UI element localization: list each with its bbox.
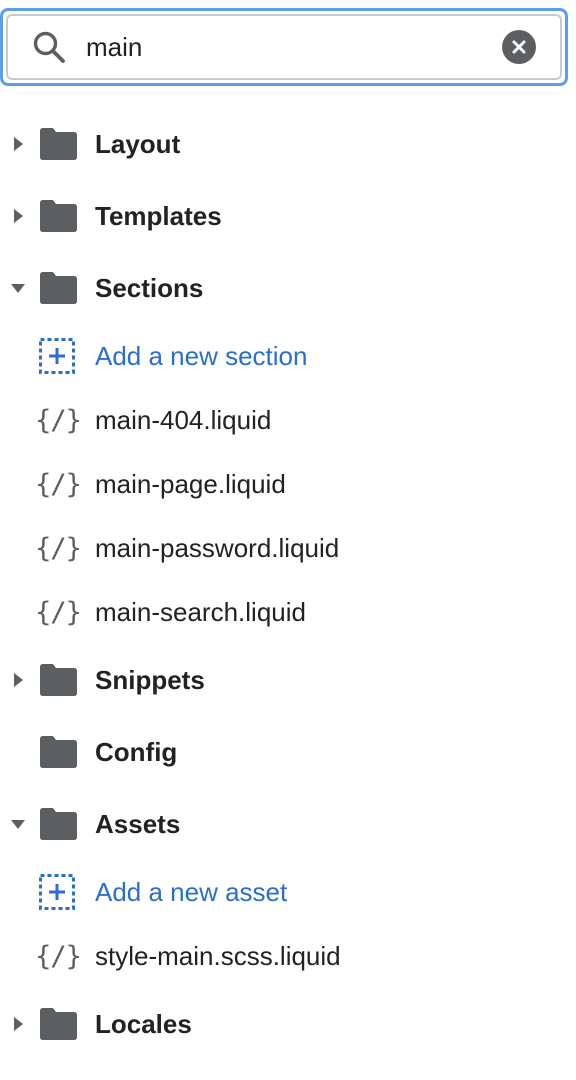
add-dashed-plus-icon [39, 338, 75, 374]
folder-label: Layout [95, 128, 181, 159]
search-focus-ring [0, 8, 568, 86]
liquid-code-icon: {/} [35, 596, 82, 628]
folder-label: Assets [95, 808, 181, 839]
liquid-code-icon: {/} [35, 404, 82, 436]
add-new-section-label: Add a new section [95, 340, 308, 371]
folder-sections[interactable]: Sections [0, 252, 576, 324]
folder-label: Sections [95, 272, 204, 303]
caret-right-icon[interactable] [8, 206, 28, 226]
file-tree: Layout Templates Sections Add a new sect… [0, 108, 576, 1060]
folder-label: Config [95, 736, 178, 767]
clear-search-icon[interactable] [502, 30, 536, 64]
caret-right-icon[interactable] [8, 1014, 28, 1034]
folder-config[interactable]: Config [0, 716, 576, 788]
folder-label: Templates [95, 200, 222, 231]
search-input[interactable] [86, 31, 502, 63]
liquid-code-icon: {/} [35, 940, 82, 972]
caret-right-icon[interactable] [8, 134, 28, 154]
file-item[interactable]: {/} main-404.liquid [0, 388, 576, 452]
search-icon [30, 28, 68, 66]
folder-icon [40, 200, 77, 232]
liquid-code-icon: {/} [35, 532, 82, 564]
folder-icon [40, 808, 77, 840]
liquid-code-icon: {/} [35, 468, 82, 500]
folder-icon [40, 1008, 77, 1040]
file-label: main-404.liquid [95, 404, 272, 435]
folder-templates[interactable]: Templates [0, 180, 576, 252]
search-box[interactable] [6, 14, 562, 80]
caret-down-icon[interactable] [8, 278, 28, 298]
file-label: main-page.liquid [95, 468, 286, 499]
folder-layout[interactable]: Layout [0, 108, 576, 180]
file-label: style-main.scss.liquid [95, 940, 341, 971]
caret-right-icon[interactable] [8, 670, 28, 690]
folder-icon [40, 272, 77, 304]
file-item[interactable]: {/} main-password.liquid [0, 516, 576, 580]
file-item[interactable]: {/} main-page.liquid [0, 452, 576, 516]
file-label: main-password.liquid [95, 532, 340, 563]
file-label: main-search.liquid [95, 596, 306, 627]
folder-assets[interactable]: Assets [0, 788, 576, 860]
folder-icon [40, 664, 77, 696]
caret-down-icon[interactable] [8, 814, 28, 834]
folder-snippets[interactable]: Snippets [0, 644, 576, 716]
add-new-section-link[interactable]: Add a new section [0, 324, 576, 388]
folder-icon [40, 128, 77, 160]
folder-label: Locales [95, 1008, 192, 1039]
file-item[interactable]: {/} style-main.scss.liquid [0, 924, 576, 988]
add-new-asset-link[interactable]: Add a new asset [0, 860, 576, 924]
add-dashed-plus-icon [39, 874, 75, 910]
folder-locales[interactable]: Locales [0, 988, 576, 1060]
folder-icon [40, 736, 77, 768]
folder-label: Snippets [95, 664, 205, 695]
file-item[interactable]: {/} main-search.liquid [0, 580, 576, 644]
add-new-asset-label: Add a new asset [95, 876, 288, 907]
